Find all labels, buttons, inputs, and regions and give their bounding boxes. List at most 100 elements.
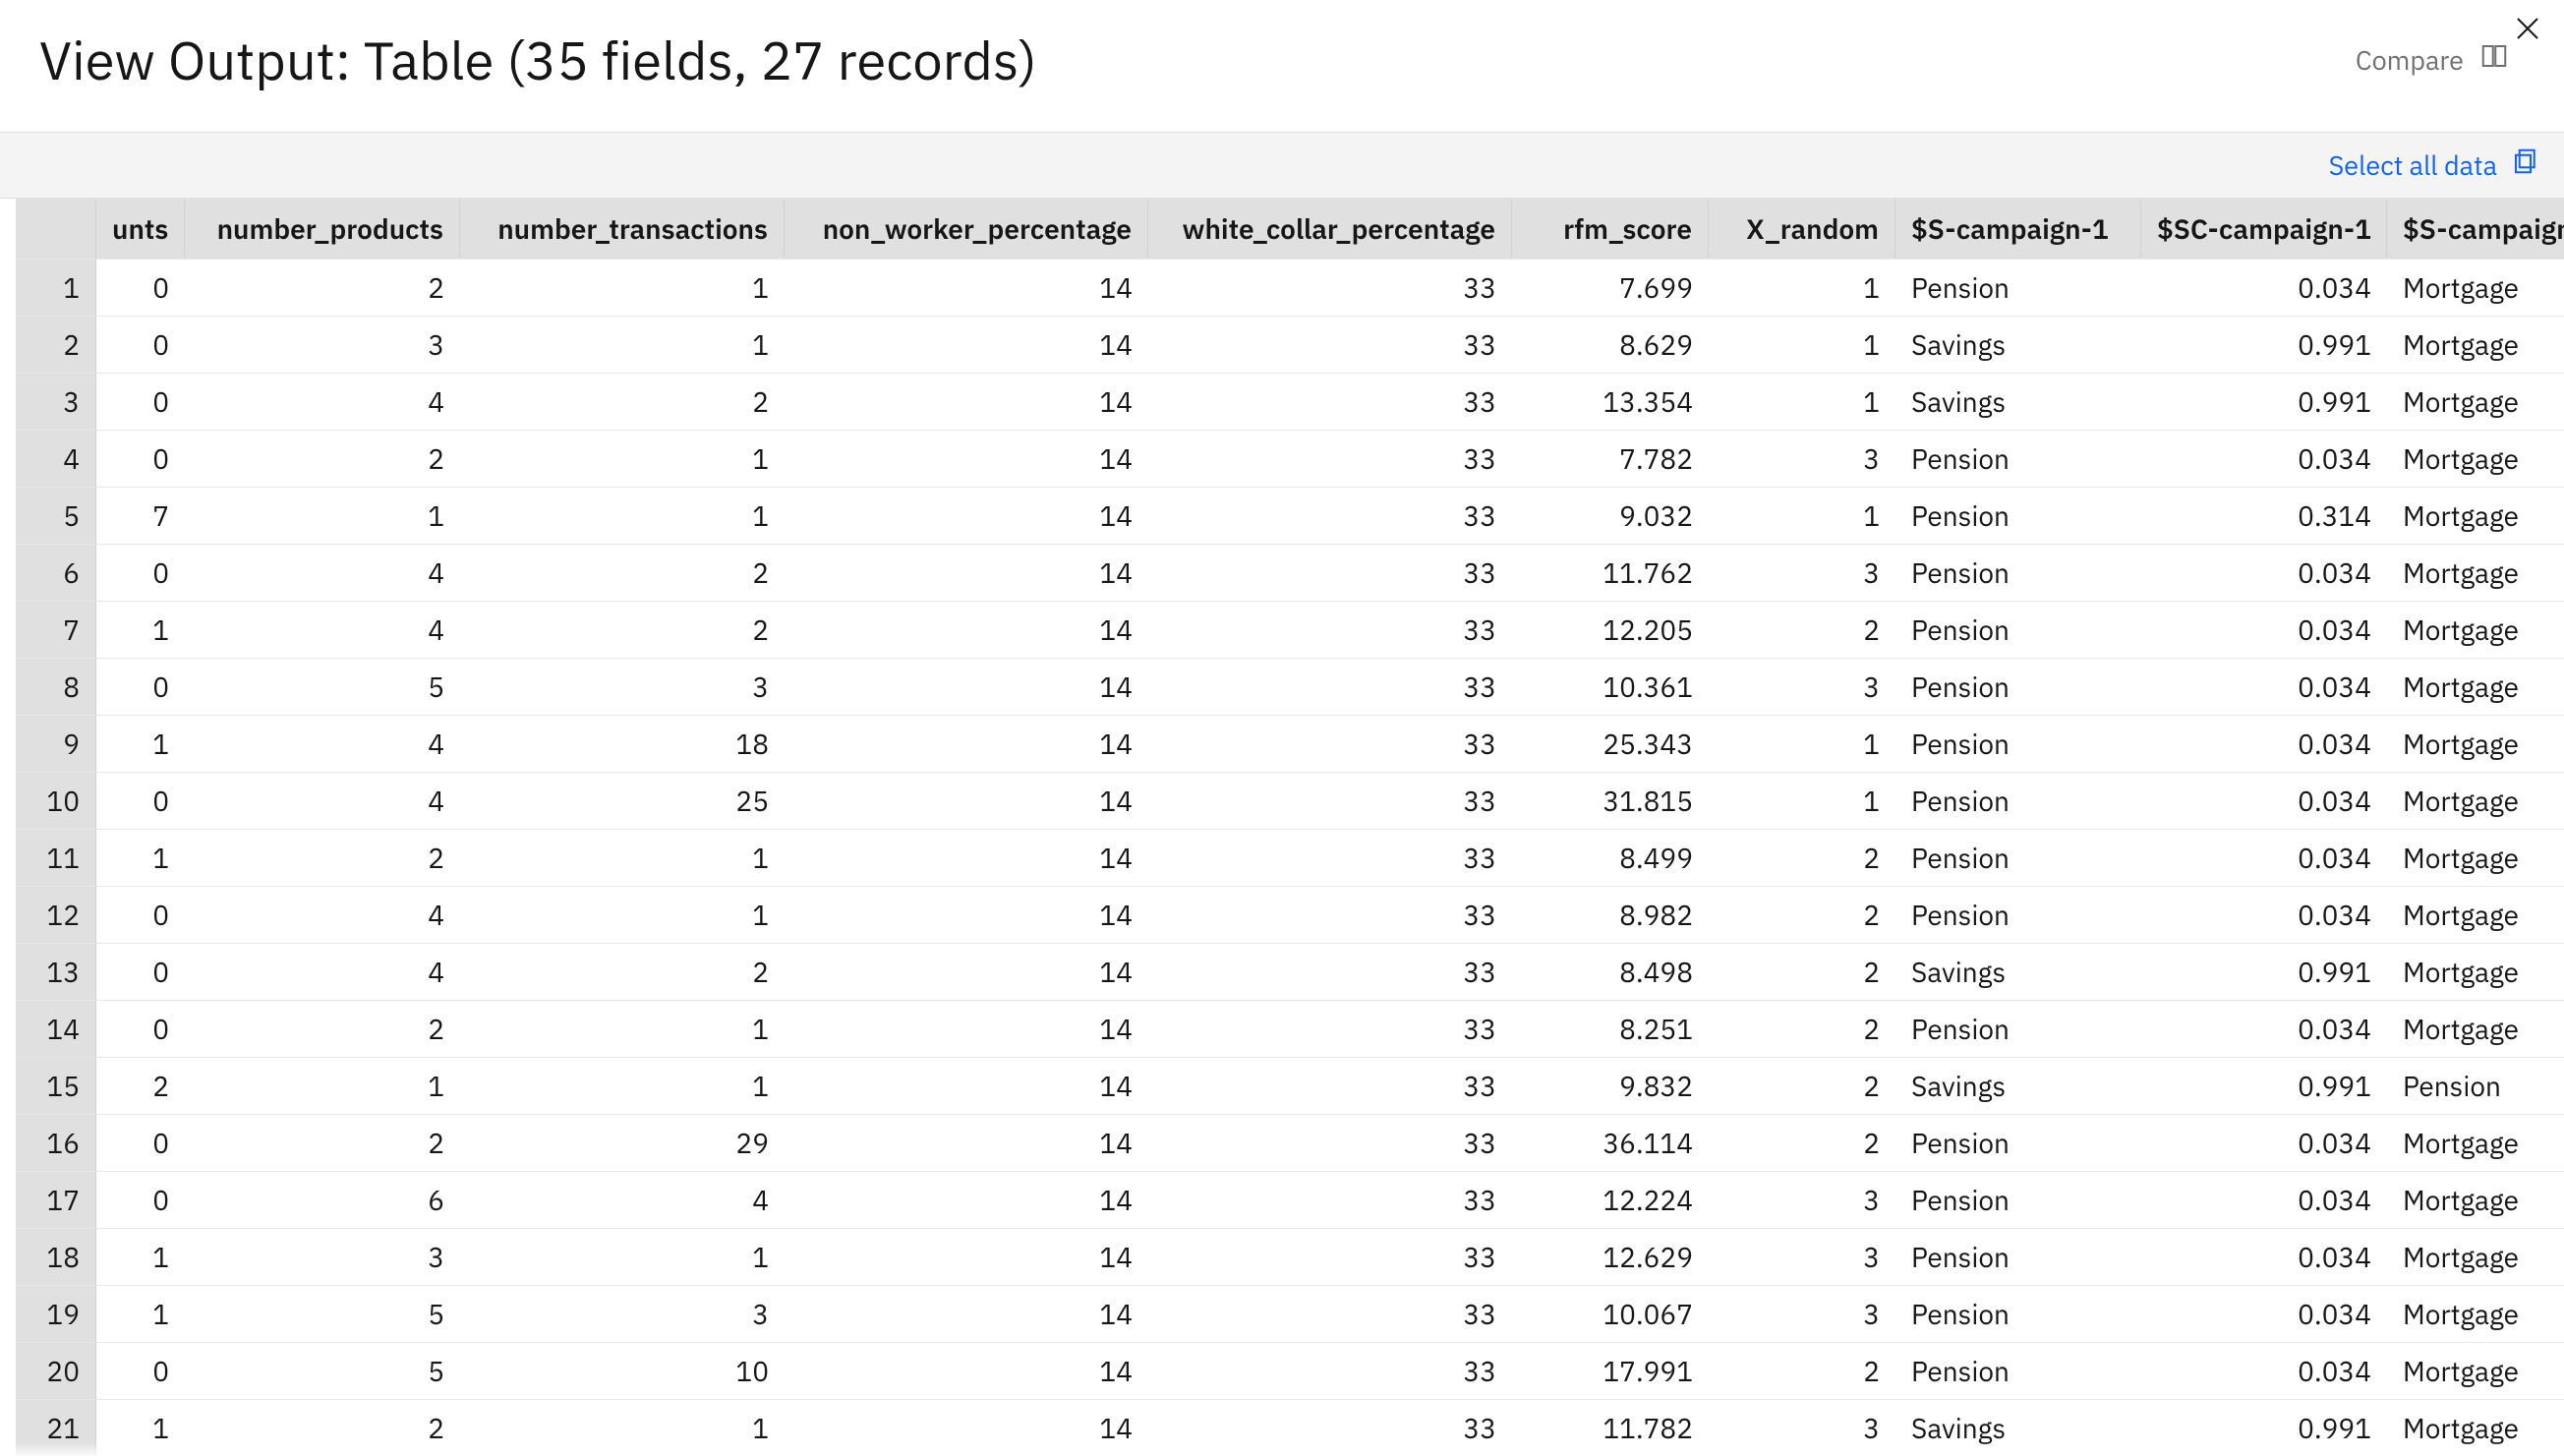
cell-number_products[interactable]: 3 [185,1228,460,1285]
cell-white_collar_percentage[interactable]: 33 [1148,1000,1512,1057]
cell-accounts[interactable]: 0 [96,1171,185,1228]
row-number-cell[interactable]: 3 [16,373,96,430]
cell-sc_campaign_1[interactable]: 0.034 [2141,430,2387,487]
cell-sc_campaign_1[interactable]: 0.034 [2141,259,2387,316]
cell-sc_campaign_1[interactable]: 0.034 [2141,1228,2387,1285]
cell-sc_campaign_1[interactable]: 0.034 [2141,1285,2387,1342]
col-header-number-products[interactable]: number_products [185,199,460,259]
cell-s_campaign_1[interactable]: Pension [1895,829,2141,886]
cell-number_transactions[interactable]: 2 [460,943,785,1000]
row-number-cell[interactable]: 17 [16,1171,96,1228]
cell-rfm_score[interactable]: 13.354 [1512,373,1709,430]
cell-X_random[interactable]: 3 [1709,430,1895,487]
table-row[interactable]: 402114337.7823Pension0.034Mortgage0.027 [16,430,2564,487]
row-number-cell[interactable]: 1 [16,259,96,316]
cell-s_campaign_2[interactable]: Mortgage [2387,1399,2564,1456]
cell-s_campaign_1[interactable]: Pension [1895,1285,2141,1342]
cell-sc_campaign_1[interactable]: 0.034 [2141,1000,2387,1057]
cell-number_transactions[interactable]: 1 [460,886,785,943]
table-row[interactable]: 160229143336.1142Pension0.034Mortgage0.0… [16,1114,2564,1171]
table-row[interactable]: 8053143310.3613Pension0.034Mortgage0.027 [16,658,2564,715]
cell-accounts[interactable]: 1 [96,601,185,658]
row-number-cell[interactable]: 12 [16,886,96,943]
cell-non_worker_percentage[interactable]: 14 [785,601,1148,658]
cell-accounts[interactable]: 1 [96,1285,185,1342]
cell-non_worker_percentage[interactable]: 14 [785,544,1148,601]
cell-accounts[interactable]: 0 [96,658,185,715]
row-number-cell[interactable]: 6 [16,544,96,601]
cell-number_products[interactable]: 3 [185,316,460,373]
cell-number_products[interactable]: 2 [185,430,460,487]
cell-X_random[interactable]: 1 [1709,259,1895,316]
cell-number_transactions[interactable]: 29 [460,1114,785,1171]
row-number-cell[interactable]: 7 [16,601,96,658]
cell-s_campaign_1[interactable]: Pension [1895,1342,2141,1399]
cell-number_products[interactable]: 4 [185,544,460,601]
table-row[interactable]: 7142143312.2052Pension0.034Mortgage0.027 [16,601,2564,658]
cell-white_collar_percentage[interactable]: 33 [1148,829,1512,886]
cell-rfm_score[interactable]: 8.629 [1512,316,1709,373]
cell-rfm_score[interactable]: 9.032 [1512,487,1709,544]
cell-X_random[interactable]: 3 [1709,544,1895,601]
cell-X_random[interactable]: 1 [1709,373,1895,430]
cell-accounts[interactable]: 0 [96,1114,185,1171]
cell-number_transactions[interactable]: 3 [460,1285,785,1342]
cell-accounts[interactable]: 2 [96,1057,185,1114]
cell-X_random[interactable]: 1 [1709,715,1895,772]
cell-white_collar_percentage[interactable]: 33 [1148,316,1512,373]
cell-white_collar_percentage[interactable]: 33 [1148,1114,1512,1171]
cell-X_random[interactable]: 3 [1709,1285,1895,1342]
cell-X_random[interactable]: 2 [1709,1114,1895,1171]
cell-sc_campaign_1[interactable]: 0.991 [2141,373,2387,430]
table-row[interactable]: 91418143325.3431Pension0.034Mortgage0.02… [16,715,2564,772]
cell-number_transactions[interactable]: 1 [460,1228,785,1285]
cell-white_collar_percentage[interactable]: 33 [1148,430,1512,487]
cell-sc_campaign_1[interactable]: 0.034 [2141,886,2387,943]
table-row[interactable]: 203114338.6291Savings0.991Mortgage0.919 [16,316,2564,373]
row-number-cell[interactable]: 18 [16,1228,96,1285]
cell-rfm_score[interactable]: 8.251 [1512,1000,1709,1057]
table-row[interactable]: 1402114338.2512Pension0.034Mortgage0.027 [16,1000,2564,1057]
cell-number_products[interactable]: 4 [185,715,460,772]
cell-s_campaign_2[interactable]: Mortgage [2387,1171,2564,1228]
cell-white_collar_percentage[interactable]: 33 [1148,1285,1512,1342]
cell-s_campaign_2[interactable]: Mortgage [2387,544,2564,601]
close-button[interactable] [2513,14,2542,48]
cell-sc_campaign_1[interactable]: 0.034 [2141,601,2387,658]
col-header-x-random[interactable]: X_random [1709,199,1895,259]
cell-accounts[interactable]: 1 [96,1228,185,1285]
table-row[interactable]: 1521114339.8322Savings0.991Pension0.966 [16,1057,2564,1114]
data-grid[interactable]: unts number_products number_transactions… [16,199,2564,1456]
cell-white_collar_percentage[interactable]: 33 [1148,943,1512,1000]
cell-s_campaign_2[interactable]: Mortgage [2387,715,2564,772]
cell-rfm_score[interactable]: 31.815 [1512,772,1709,829]
cell-non_worker_percentage[interactable]: 14 [785,943,1148,1000]
cell-accounts[interactable]: 0 [96,1342,185,1399]
cell-X_random[interactable]: 3 [1709,1228,1895,1285]
cell-non_worker_percentage[interactable]: 14 [785,886,1148,943]
cell-white_collar_percentage[interactable]: 33 [1148,1399,1512,1456]
cell-number_products[interactable]: 2 [185,1114,460,1171]
cell-white_collar_percentage[interactable]: 33 [1148,715,1512,772]
cell-number_transactions[interactable]: 1 [460,316,785,373]
cell-rfm_score[interactable]: 12.629 [1512,1228,1709,1285]
cell-s_campaign_1[interactable]: Pension [1895,544,2141,601]
cell-rfm_score[interactable]: 8.982 [1512,886,1709,943]
cell-accounts[interactable]: 0 [96,544,185,601]
cell-s_campaign_2[interactable]: Mortgage [2387,373,2564,430]
cell-s_campaign_1[interactable]: Pension [1895,259,2141,316]
cell-number_transactions[interactable]: 3 [460,658,785,715]
cell-white_collar_percentage[interactable]: 33 [1148,544,1512,601]
cell-number_transactions[interactable]: 4 [460,1171,785,1228]
cell-non_worker_percentage[interactable]: 14 [785,1342,1148,1399]
table-row[interactable]: 102114337.6991Pension0.034Mortgage0.027 [16,259,2564,316]
row-number-header[interactable] [16,199,96,259]
cell-white_collar_percentage[interactable]: 33 [1148,1342,1512,1399]
cell-s_campaign_1[interactable]: Pension [1895,1171,2141,1228]
cell-number_transactions[interactable]: 1 [460,259,785,316]
cell-accounts[interactable]: 0 [96,886,185,943]
cell-white_collar_percentage[interactable]: 33 [1148,1171,1512,1228]
cell-non_worker_percentage[interactable]: 14 [785,772,1148,829]
cell-accounts[interactable]: 0 [96,943,185,1000]
table-row[interactable]: 571114339.0321Pension0.314Mortgage0.027 [16,487,2564,544]
